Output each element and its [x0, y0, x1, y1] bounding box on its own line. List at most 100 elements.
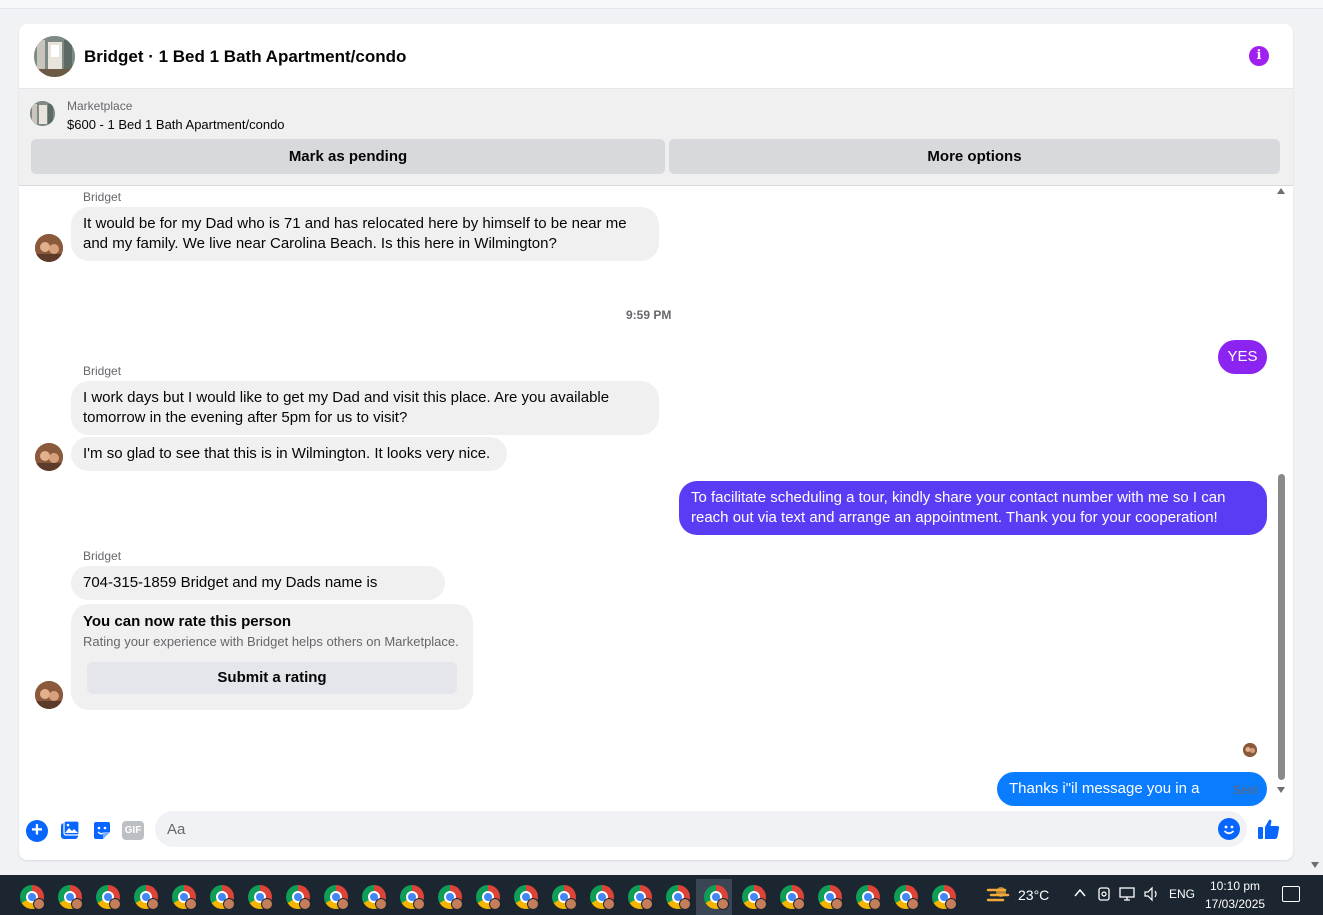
sender-name: Bridget: [83, 364, 122, 378]
message-text: reach out via text and arrange an appoin…: [691, 509, 1218, 526]
profile-badge-icon: [527, 898, 539, 910]
sender-avatar[interactable]: [35, 234, 63, 262]
profile-badge-icon: [565, 898, 577, 910]
incoming-message: 704-315-1859 Bridget and my Dads name is…: [71, 566, 445, 625]
gif-icon[interactable]: GIF: [122, 821, 144, 840]
listing-price-title[interactable]: $600 - 1 Bed 1 Bath Apartment/condo: [67, 117, 285, 132]
profile-badge-icon: [489, 898, 501, 910]
taskbar-chrome-22[interactable]: [810, 879, 846, 915]
info-icon[interactable]: i: [1249, 46, 1269, 66]
incoming-message: I'm so glad to see that this is in Wilmi…: [71, 437, 507, 471]
submit-rating-button[interactable]: Submit a rating: [87, 662, 457, 694]
taskbar-chrome-14[interactable]: [506, 879, 542, 915]
taskbar-chrome-12[interactable]: [430, 879, 466, 915]
clock-time[interactable]: 10:10 pm: [1210, 879, 1260, 893]
profile-badge-icon: [299, 898, 311, 910]
listing-avatar[interactable]: [34, 36, 75, 77]
taskbar-chrome-23[interactable]: [848, 879, 884, 915]
profile-badge-icon: [907, 898, 919, 910]
taskbar-chrome-25[interactable]: [924, 879, 960, 915]
profile-badge-icon: [413, 898, 425, 910]
profile-badge-icon: [755, 898, 767, 910]
profile-badge-icon: [33, 898, 45, 910]
meet-now-icon[interactable]: [1097, 886, 1111, 905]
marketplace-label: Marketplace: [67, 99, 133, 113]
taskbar-chrome-19-active[interactable]: [696, 879, 732, 915]
taskbar-chrome-20[interactable]: [734, 879, 770, 915]
chevron-up-icon[interactable]: [1073, 886, 1087, 903]
taskbar-chrome-7[interactable]: [240, 879, 276, 915]
profile-badge-icon: [603, 898, 615, 910]
scrollbar-thumb[interactable]: [1278, 474, 1285, 780]
thumbs-up-icon[interactable]: [1257, 817, 1281, 841]
taskbar-chrome-8[interactable]: [278, 879, 314, 915]
message-text: It would be for my Dad who is 71 and has…: [83, 215, 627, 232]
taskbar-chrome-1[interactable]: [12, 879, 48, 915]
taskbar-chrome-15[interactable]: [544, 879, 580, 915]
profile-badge-icon: [71, 898, 83, 910]
marketplace-listing-bar: Marketplace $600 - 1 Bed 1 Bath Apartmen…: [19, 89, 1293, 186]
profile-badge-icon: [831, 898, 843, 910]
taskbar-chrome-18[interactable]: [658, 879, 694, 915]
profile-badge-icon: [869, 898, 881, 910]
message-input[interactable]: [155, 811, 1247, 847]
mark-as-pending-button[interactable]: Mark as pending: [31, 139, 665, 174]
taskbar-chrome-21[interactable]: [772, 879, 808, 915]
taskbar-chrome-4[interactable]: [126, 879, 162, 915]
conversation-title: Bridget · 1 Bed 1 Bath Apartment/condo: [84, 47, 407, 66]
taskbar-chrome-3[interactable]: [88, 879, 124, 915]
taskbar-chrome-10[interactable]: [354, 879, 390, 915]
language-indicator[interactable]: ENG: [1169, 887, 1195, 901]
weather-icon[interactable]: [985, 884, 1011, 906]
chat-header: Bridget · 1 Bed 1 Bath Apartment/condo i: [19, 24, 1293, 89]
plus-icon[interactable]: +: [26, 820, 48, 842]
message-text: To facilitate scheduling a tour, kindly …: [691, 489, 1226, 506]
incoming-message: I work days but I would like to get my D…: [71, 381, 659, 435]
chat-window: Bridget · 1 Bed 1 Bath Apartment/condo i…: [19, 24, 1293, 860]
volume-icon[interactable]: [1143, 886, 1161, 905]
sender-name: Bridget: [83, 190, 122, 204]
taskbar-chrome-11[interactable]: [392, 879, 428, 915]
outgoing-message: To facilitate scheduling a tour, kindly …: [679, 481, 1267, 535]
sender-name: Bridget: [83, 549, 122, 563]
sender-avatar[interactable]: [35, 681, 63, 709]
sticker-icon[interactable]: [91, 820, 113, 842]
message-text: I work days but I would like to get my D…: [83, 389, 610, 406]
emoji-icon[interactable]: [1218, 818, 1240, 840]
profile-badge-icon: [793, 898, 805, 910]
rating-title: You can now rate this person: [83, 613, 292, 630]
photo-icon[interactable]: [59, 820, 81, 842]
taskbar-chrome-24[interactable]: [886, 879, 922, 915]
message-composer: + GIF: [19, 806, 1293, 860]
outgoing-message: Thanks i"il message you in a moment: [997, 772, 1267, 831]
notification-icon[interactable]: [1282, 886, 1300, 902]
clock-date[interactable]: 17/03/2025: [1205, 897, 1265, 911]
network-icon[interactable]: [1119, 886, 1137, 905]
taskbar-chrome-17[interactable]: [620, 879, 656, 915]
outgoing-message: YES: [1218, 340, 1267, 374]
page-scroll-down-arrow[interactable]: [1311, 862, 1319, 868]
weather-temperature[interactable]: 23°C: [1018, 887, 1049, 903]
read-receipt-avatar: [1243, 743, 1257, 757]
message-text: and my family. We live near Carolina Bea…: [83, 235, 557, 252]
profile-badge-icon: [641, 898, 653, 910]
incoming-message: It would be for my Dad who is 71 and has…: [71, 207, 659, 261]
profile-badge-icon: [261, 898, 273, 910]
taskbar-chrome-6[interactable]: [202, 879, 238, 915]
windows-taskbar: 23°C ENG 10:10 pm 17/03/2025: [0, 875, 1323, 915]
scroll-down-arrow[interactable]: [1277, 787, 1285, 793]
scroll-up-arrow[interactable]: [1277, 188, 1285, 194]
profile-badge-icon: [451, 898, 463, 910]
taskbar-chrome-2[interactable]: [50, 879, 86, 915]
listing-thumbnail[interactable]: [30, 101, 55, 126]
profile-badge-icon: [375, 898, 387, 910]
taskbar-chrome-16[interactable]: [582, 879, 618, 915]
more-options-button[interactable]: More options: [669, 139, 1280, 174]
taskbar-chrome-9[interactable]: [316, 879, 352, 915]
message-text: tomorrow in the evening after 5pm for us…: [83, 409, 408, 426]
taskbar-chrome-5[interactable]: [164, 879, 200, 915]
profile-badge-icon: [945, 898, 957, 910]
taskbar-chrome-13[interactable]: [468, 879, 504, 915]
sender-avatar[interactable]: [35, 443, 63, 471]
rating-card: You can now rate this person Rating your…: [71, 604, 473, 710]
